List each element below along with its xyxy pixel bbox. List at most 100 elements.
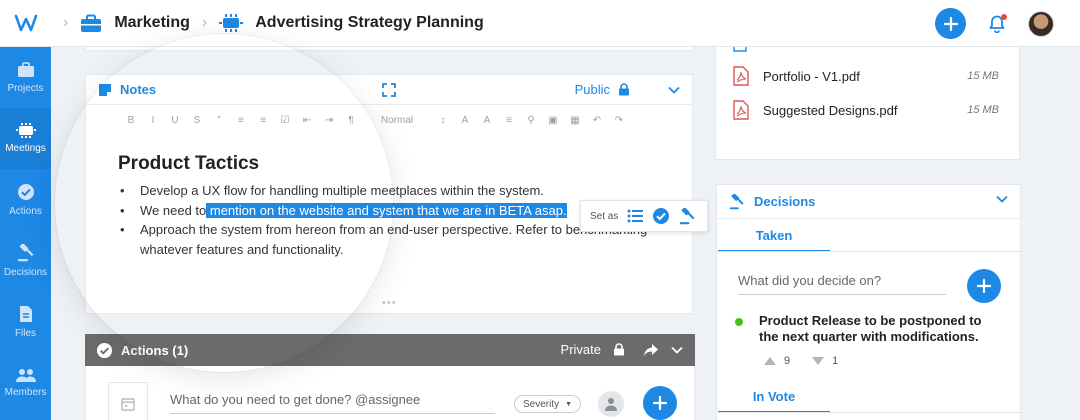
chevron-right-icon: › <box>201 14 208 31</box>
chevron-down-icon[interactable] <box>668 86 680 94</box>
actions-title: Actions (1) <box>96 342 188 359</box>
notifications-button[interactable] <box>986 13 1008 35</box>
file-name: Portfolio - V1.pdf <box>763 68 860 84</box>
plus-icon <box>977 279 991 293</box>
note-document[interactable]: Product Tactics Develop a UX flow for ha… <box>86 135 692 259</box>
notes-header: Notes Public <box>86 75 692 105</box>
chevron-down-icon[interactable] <box>671 346 683 354</box>
add-action-button[interactable] <box>643 386 677 420</box>
lock-icon <box>614 343 624 356</box>
tab-in-vote[interactable]: In Vote <box>718 381 830 413</box>
bullet-list-button[interactable]: ≡ <box>252 115 274 126</box>
chevron-down-icon[interactable] <box>996 195 1008 203</box>
actions-visibility[interactable]: Private <box>561 342 601 357</box>
briefcase-icon <box>80 14 102 33</box>
plus-icon <box>653 396 667 410</box>
downvote-count: 1 <box>832 355 839 367</box>
highlight-button[interactable]: A <box>476 115 498 126</box>
assignee-button[interactable] <box>598 391 624 417</box>
share-icon[interactable] <box>643 343 659 357</box>
gavel-icon[interactable] <box>679 207 696 225</box>
set-as-label: Set as <box>590 210 619 222</box>
select-arrows-icon: ↕ <box>440 114 446 126</box>
sidebar-item-files[interactable]: Files <box>0 291 51 352</box>
decisions-header[interactable]: Decisions <box>717 185 1020 219</box>
decision-input[interactable]: What did you decide on? <box>738 273 946 295</box>
ordered-list-button[interactable]: ≡ <box>230 115 252 126</box>
sidebar-item-label: Files <box>14 327 37 339</box>
notes-visibility[interactable]: Public <box>575 82 680 97</box>
notes-title: Notes <box>98 82 156 97</box>
paragraph-button[interactable]: ¶ <box>340 115 362 126</box>
note-heading: Product Tactics <box>118 153 260 174</box>
format-select[interactable]: Normal <box>362 115 432 126</box>
sidebar-item-meetings[interactable]: Meetings <box>0 108 51 169</box>
breadcrumb-project-label: Marketing <box>114 14 190 31</box>
resize-handle[interactable]: ••• <box>382 297 397 309</box>
lock-icon <box>619 83 629 96</box>
expand-icon[interactable] <box>382 83 396 102</box>
check-circle-icon <box>17 183 34 200</box>
text-color-button[interactable]: A <box>454 115 476 126</box>
image-icon[interactable]: ▣ <box>542 115 564 126</box>
sidebar-item-label: Meetings <box>5 143 46 154</box>
app-logo[interactable] <box>0 13 51 33</box>
gavel-icon <box>17 243 33 261</box>
breadcrumb-meeting[interactable]: Advertising Strategy Planning <box>219 14 484 32</box>
breadcrumb-meeting-label: Advertising Strategy Planning <box>255 14 484 31</box>
due-date-button[interactable] <box>108 382 148 420</box>
file-item[interactable]: Suggested Designs.pdf 15 MB <box>733 100 1003 120</box>
actions-header[interactable]: Actions (1) Private <box>85 334 695 366</box>
sidebar-item-members[interactable]: Members <box>0 352 51 413</box>
video-icon[interactable]: ▦ <box>564 115 586 126</box>
gavel-icon <box>729 193 744 209</box>
sidebar-item-projects[interactable]: Projects <box>0 47 51 108</box>
quote-button[interactable]: ” <box>208 115 230 126</box>
link-icon[interactable]: ⚲ <box>520 115 542 126</box>
upvote-count: 9 <box>784 355 791 367</box>
selected-text[interactable]: mention on the website and system that w… <box>206 202 567 218</box>
file-item[interactable]: Portfolio - V1.pdf 15 MB <box>733 66 1003 86</box>
chevron-right-icon: › <box>63 14 69 31</box>
add-decision-button[interactable] <box>967 269 1001 303</box>
file-name: Suggested Designs.pdf <box>763 102 898 118</box>
align-button[interactable]: ≡ <box>498 115 520 126</box>
action-input[interactable]: What do you need to get done? @assignee <box>170 392 495 414</box>
downvote-button[interactable]: 1 <box>812 355 838 367</box>
tab-divider <box>718 412 1021 413</box>
sidebar-item-label: Projects <box>7 82 44 94</box>
tab-taken[interactable]: Taken <box>718 220 830 252</box>
sidebar-item-label: Members <box>4 386 47 398</box>
underline-button[interactable]: U <box>164 115 186 126</box>
add-button[interactable] <box>935 8 966 39</box>
arrow-up-icon <box>764 357 776 365</box>
note-icon <box>99 83 111 96</box>
outdent-button[interactable]: ⇤ <box>296 115 318 126</box>
checklist-button[interactable]: ☑ <box>274 115 296 126</box>
strike-button[interactable]: S <box>186 115 208 126</box>
person-icon <box>605 398 617 411</box>
briefcase-icon <box>17 61 34 77</box>
bold-button[interactable]: B <box>120 115 142 126</box>
italic-button[interactable]: I <box>142 115 164 126</box>
sidebar: Projects Meetings Actions Decisions File… <box>0 47 51 420</box>
sidebar-item-decisions[interactable]: Decisions <box>0 230 51 291</box>
upvote-button[interactable]: 9 <box>764 355 790 367</box>
top-bar: › Marketing › Advertising Strategy Plann… <box>0 0 1080 47</box>
breadcrumb-project[interactable]: Marketing <box>80 14 190 33</box>
undo-button[interactable]: ↶ <box>586 115 608 126</box>
check-circle-icon <box>96 342 113 358</box>
files-card: Portfolio - V1.pdf 15 MB Suggested Desig… <box>715 47 1020 160</box>
arrow-down-icon <box>812 357 825 365</box>
list-icon[interactable] <box>627 209 644 223</box>
editor-toolbar: B I U S ” ≡ ≡ ☑ ⇤ ⇥ ¶ Normal ↕ A A ≡ ⚲ ▣… <box>86 105 692 135</box>
severity-select[interactable]: Severity ▼ <box>514 395 581 413</box>
decisions-title: Decisions <box>754 194 816 209</box>
check-circle-icon[interactable] <box>652 207 670 225</box>
note-bullet-text: We need to <box>140 202 207 218</box>
redo-button[interactable]: ↷ <box>608 115 630 126</box>
sidebar-item-actions[interactable]: Actions <box>0 169 51 230</box>
user-avatar[interactable] <box>1028 10 1054 37</box>
indent-button[interactable]: ⇥ <box>318 115 340 126</box>
decision-item[interactable]: Product Release to be postponed to the n… <box>759 313 999 345</box>
